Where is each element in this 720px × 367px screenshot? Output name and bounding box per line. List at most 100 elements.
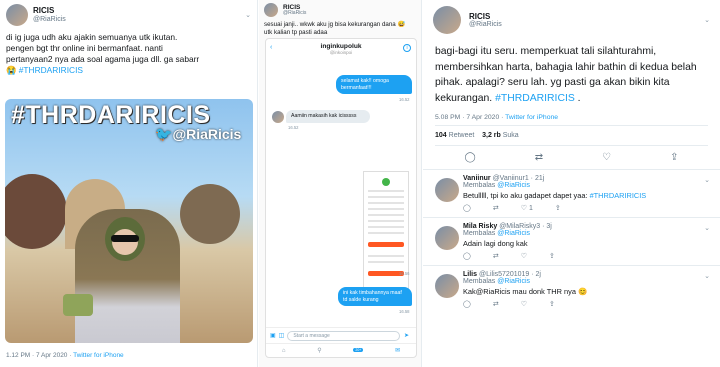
tweet-timestamp: 1.12 PM · 7 Apr 2020 · Twitter for iPhon… <box>6 352 124 359</box>
tweet-panel-3: RICIS @RiaRicis ⌄ bagi-bagi itu seru. me… <box>423 0 720 367</box>
search-icon[interactable]: ⚲ <box>317 347 321 354</box>
photo-face <box>112 229 138 255</box>
source-link[interactable]: Twitter for iPhone <box>73 352 124 359</box>
photo-sunglasses <box>111 235 139 242</box>
tweet-panel-2: RICIS @RiaRicis sesuai janji.. wkwk aku … <box>259 0 422 367</box>
dm-time: 16.52 <box>288 125 299 130</box>
author-handle[interactable]: @RiaRicis <box>469 21 502 28</box>
hashtag-link[interactable]: #THRDARIRICIS <box>495 93 575 104</box>
reply-tweet[interactable]: ⌄ Vaniinur @Vaniinur1 · 21j Membalas @Ri… <box>423 170 720 217</box>
home-icon[interactable]: ⌂ <box>282 348 286 354</box>
reply-text: Betulllll, tpi ko aku gadapet dapet yaa: <box>463 191 588 200</box>
share-icon[interactable]: ⇪ <box>549 252 555 260</box>
reply-text: Adain lagi dong kak <box>463 239 528 248</box>
chevron-down-icon[interactable]: ⌄ <box>704 272 710 280</box>
tweet-line: utk kalian tp pasti adaa <box>264 29 328 36</box>
chevron-down-icon[interactable]: ⌄ <box>704 16 710 24</box>
reply-icon[interactable]: ◯ <box>463 252 471 260</box>
retweet-icon[interactable]: ⇄ <box>493 300 499 308</box>
message-input[interactable]: Start a message <box>287 330 400 341</box>
tweet-stats: 104 Retweet 3,2 rb Suka <box>435 132 519 139</box>
bell-icon[interactable]: ♪20+ <box>353 347 364 354</box>
twitter-bird-icon: 🐦 <box>155 126 173 142</box>
author-name[interactable]: RICIS <box>469 12 502 21</box>
reply-icon[interactable]: ◯ <box>465 152 476 163</box>
info-icon: i <box>403 44 411 52</box>
replying-to-link[interactable]: @RiaRicis <box>497 230 530 237</box>
send-icon[interactable]: ➤ <box>404 332 409 339</box>
tweet-actions: ◯ ⇄ ♡ ⇪ <box>423 146 720 169</box>
retweet-count[interactable]: 104 <box>435 132 447 139</box>
retweet-icon[interactable]: ⇄ <box>535 152 543 163</box>
notification-badge: 20+ <box>353 347 364 352</box>
share-icon[interactable]: ⇪ <box>670 152 678 163</box>
image-icon[interactable]: ▣ <box>270 332 276 339</box>
photo-handle: 🐦@RiaRicis <box>155 126 242 142</box>
tweet-panel-1: RICIS @RiaRicis ⌄ di ig juga udh aku aja… <box>0 0 258 367</box>
tweet-text: bagi-bagi itu seru. memperkuat tali sila… <box>435 46 697 104</box>
avatar <box>272 111 284 123</box>
reply-icon[interactable]: ◯ <box>463 204 471 212</box>
hashtag-link[interactable]: #THRDARIRICIS <box>590 191 647 200</box>
like-icon[interactable]: ♡ <box>602 152 611 163</box>
share-icon[interactable]: ⇪ <box>549 300 555 308</box>
replying-to-link[interactable]: @RiaRicis <box>497 278 530 285</box>
share-icon[interactable]: ⇪ <box>555 204 561 212</box>
dm-screenshot[interactable]: ‹ inginkupoluk @inkoinpoi i selamat kak!… <box>265 38 417 358</box>
tweet-line: pertanyaan2 nya ada soal agama juga dll.… <box>6 54 200 64</box>
avatar[interactable] <box>264 3 278 17</box>
reply-author-handle: @MilaRisky3 · 3j <box>499 223 552 230</box>
avatar[interactable] <box>435 178 459 202</box>
avatar[interactable] <box>435 274 459 298</box>
dm-compose-bar: ▣ ◫ Start a message ➤ <box>266 327 416 343</box>
avatar[interactable] <box>6 4 28 26</box>
avatar[interactable] <box>435 226 459 250</box>
tweet-line: di ig juga udh aku ajakin semuanya utk i… <box>6 32 178 42</box>
reply-author-name[interactable]: Vaniinur <box>463 175 491 182</box>
reply-tweet[interactable]: ⌄ Lilis @Lilis57201019 · 2j Membalas @Ri… <box>423 266 720 313</box>
retweet-icon[interactable]: ⇄ <box>493 252 499 260</box>
author-handle[interactable]: @RiaRicis <box>33 16 66 24</box>
tweet-header: RICIS @RiaRicis ⌄ <box>0 0 257 30</box>
chevron-down-icon[interactable]: ⌄ <box>704 224 710 232</box>
tweet-timestamp: 5.08 PM · 7 Apr 2020 · Twitter for iPhon… <box>435 114 559 121</box>
like-icon[interactable]: ♡ <box>521 300 527 308</box>
like-count[interactable]: 3,2 rb <box>482 132 501 139</box>
tweet-header: RICIS @RiaRicis ⌄ <box>423 0 720 40</box>
tweet-text: di ig juga udh aku ajakin semuanya utk i… <box>0 30 257 78</box>
like-icon[interactable]: ♡ <box>521 252 527 260</box>
dm-contact-name: inginkupoluk <box>320 43 362 50</box>
tweet-line: pengen bgt thr online ini bermanfaat. na… <box>6 43 163 53</box>
reply-author-name[interactable]: Mila Risky <box>463 223 497 230</box>
dm-message-received: Aamiin makasih kak icisssss <box>286 110 370 123</box>
phone-bottom-nav: ⌂ ⚲ ♪20+ ✉ <box>266 343 416 357</box>
chevron-down-icon[interactable]: ⌄ <box>704 176 710 184</box>
like-icon[interactable]: ♡ 1 <box>521 204 533 212</box>
tweet-text: sesuai janji.. wkwk aku jg bisa kekurang… <box>259 20 421 38</box>
dm-time: 16.58 <box>399 309 410 314</box>
photo-bag <box>63 294 93 316</box>
success-check-icon <box>382 178 390 186</box>
back-arrow-icon: ‹ <box>270 44 273 51</box>
retweet-icon[interactable]: ⇄ <box>493 204 499 212</box>
hashtag-link[interactable]: #THRDARIRICIS <box>19 65 83 75</box>
source-link[interactable]: Twitter for iPhone <box>505 114 558 121</box>
dm-message-sent: selamat kak!! omoga bermanfaat!!! <box>336 75 412 94</box>
photo-tree <box>5 174 67 249</box>
mail-icon[interactable]: ✉ <box>395 347 400 354</box>
reply-author-handle: @Vaniinur1 · 21j <box>492 175 545 182</box>
gif-icon[interactable]: ◫ <box>279 332 285 339</box>
photo-tree <box>180 184 240 244</box>
reply-text: Kak@RiaRicis mau donk THR nya 😊 <box>463 287 588 296</box>
replying-to-link[interactable]: @RiaRicis <box>497 182 530 189</box>
reply-icon[interactable]: ◯ <box>463 300 471 308</box>
chevron-down-icon[interactable]: ⌄ <box>245 11 251 19</box>
author-name[interactable]: RICIS <box>33 6 66 16</box>
reply-author-handle: @Lilis57201019 · 2j <box>478 271 541 278</box>
reply-author-name[interactable]: Lilis <box>463 271 477 278</box>
tweet-photo[interactable]: #THRDARIRICIS 🐦@RiaRicis <box>5 99 253 343</box>
reply-tweet[interactable]: ⌄ Mila Risky @MilaRisky3 · 3j Membalas @… <box>423 218 720 265</box>
transfer-receipt-image <box>363 171 409 299</box>
author-handle[interactable]: @RiaRicis <box>283 10 306 17</box>
avatar[interactable] <box>433 6 461 34</box>
